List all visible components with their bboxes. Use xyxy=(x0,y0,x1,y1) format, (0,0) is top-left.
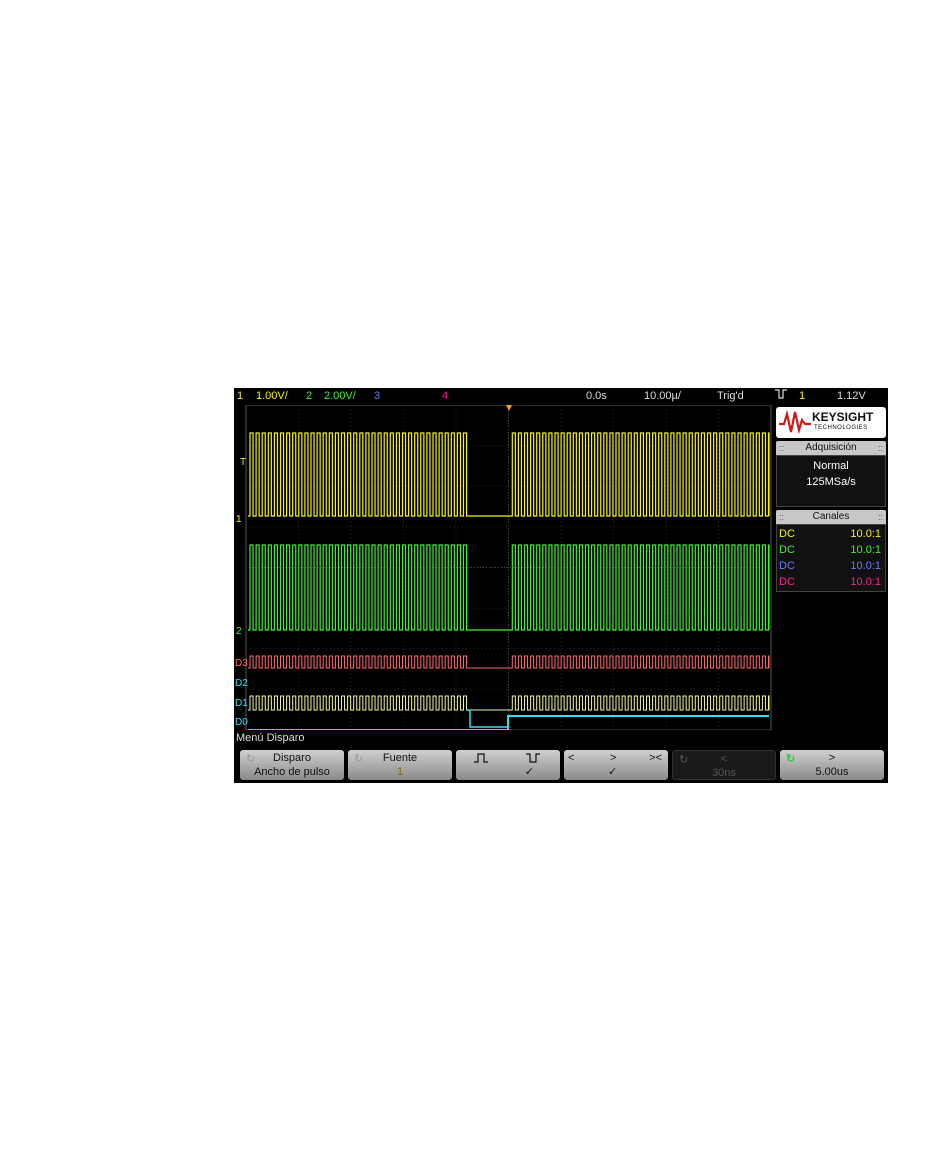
time-scale[interactable]: 10.00µ/ xyxy=(644,388,681,405)
polarity-softkey[interactable]: ✓ xyxy=(456,750,560,780)
trigger-slope-icon xyxy=(774,388,788,406)
channel-row-3[interactable]: DC 10.0:1 xyxy=(777,558,885,574)
trigger-status: Trig'd xyxy=(717,390,744,402)
sample-rate: 125MSa/s xyxy=(806,476,856,488)
d0-waveform xyxy=(248,715,769,731)
ch1-scale[interactable]: 1.00V/ xyxy=(256,388,288,405)
keysight-logo: KEYSIGHT TECHNOLOGIES xyxy=(776,407,886,438)
channel-row-1[interactable]: DC 10.0:1 xyxy=(777,526,885,542)
ch3-number[interactable]: 3 xyxy=(374,388,380,405)
qualifier-softkey[interactable]: < > >< ✓ xyxy=(564,750,668,780)
d1-low-segment xyxy=(466,709,508,728)
acquisition-mode: Normal xyxy=(813,460,849,472)
source-softkey[interactable]: ↻ Fuente 1 xyxy=(348,750,452,780)
positive-pulse-icon xyxy=(474,753,488,763)
d2-label[interactable]: D2 xyxy=(235,678,248,689)
waveform-grid[interactable]: T 1 2 D3 D2 D1 D0 xyxy=(234,404,774,731)
ch2-number[interactable]: 2 xyxy=(306,388,312,405)
acquisition-panel: Normal 125MSa/s xyxy=(776,455,886,507)
negative-pulse-icon xyxy=(526,753,540,763)
channels-panel-title[interactable]: :: Canales:: xyxy=(776,510,886,524)
side-panel: KEYSIGHT TECHNOLOGIES :: Adquisición:: No… xyxy=(774,405,888,730)
acquisition-panel-title[interactable]: :: Adquisición:: xyxy=(776,441,886,455)
ch1-ground-marker[interactable]: 1 xyxy=(236,514,242,525)
ch4-number[interactable]: 4 xyxy=(442,388,448,405)
trigger-level-marker[interactable]: T xyxy=(240,457,246,468)
logo-brand: KEYSIGHT xyxy=(812,410,874,424)
menu-title: Menú Disparo xyxy=(236,732,305,744)
trigger-level[interactable]: 1.12V xyxy=(837,388,866,405)
trigger-position-marker xyxy=(506,405,512,411)
oscilloscope-screen: 1 1.00V/ 2 2.00V/ 3 4 0.0s 10.00µ/ Trig'… xyxy=(234,388,888,783)
status-bar: 1 1.00V/ 2 2.00V/ 3 4 0.0s 10.00µ/ Trig'… xyxy=(234,388,888,405)
trigger-source[interactable]: 1 xyxy=(799,388,805,405)
polarity-check: ✓ xyxy=(524,766,534,778)
ch2-ground-marker[interactable]: 2 xyxy=(236,626,242,637)
softkey-bar: ↻ Disparo Ancho de pulso ↻ Fuente 1 ✓ < … xyxy=(234,748,888,782)
qualifier-check: ✓ xyxy=(608,766,618,778)
greater-than-time-softkey[interactable]: ↻ > 5.00us xyxy=(780,750,884,780)
d0-label[interactable]: D0 xyxy=(235,717,248,728)
ch2-scale[interactable]: 2.00V/ xyxy=(324,388,356,405)
logo-subtitle: TECHNOLOGIES xyxy=(814,425,868,431)
channels-panel: DC 10.0:1 DC 10.0:1 DC 10.0:1 DC 10.0:1 xyxy=(776,524,886,592)
trigger-type-softkey[interactable]: ↻ Disparo Ancho de pulso xyxy=(240,750,344,780)
ch1-number[interactable]: 1 xyxy=(237,388,243,405)
time-delay[interactable]: 0.0s xyxy=(586,388,607,405)
less-than-time-softkey[interactable]: ↻ < 30ns xyxy=(672,750,776,780)
channel-row-2[interactable]: DC 10.0:1 xyxy=(777,542,885,558)
d3-label[interactable]: D3 xyxy=(235,658,248,669)
d1-label[interactable]: D1 xyxy=(235,698,248,709)
channel-row-4[interactable]: DC 10.0:1 xyxy=(777,574,885,590)
